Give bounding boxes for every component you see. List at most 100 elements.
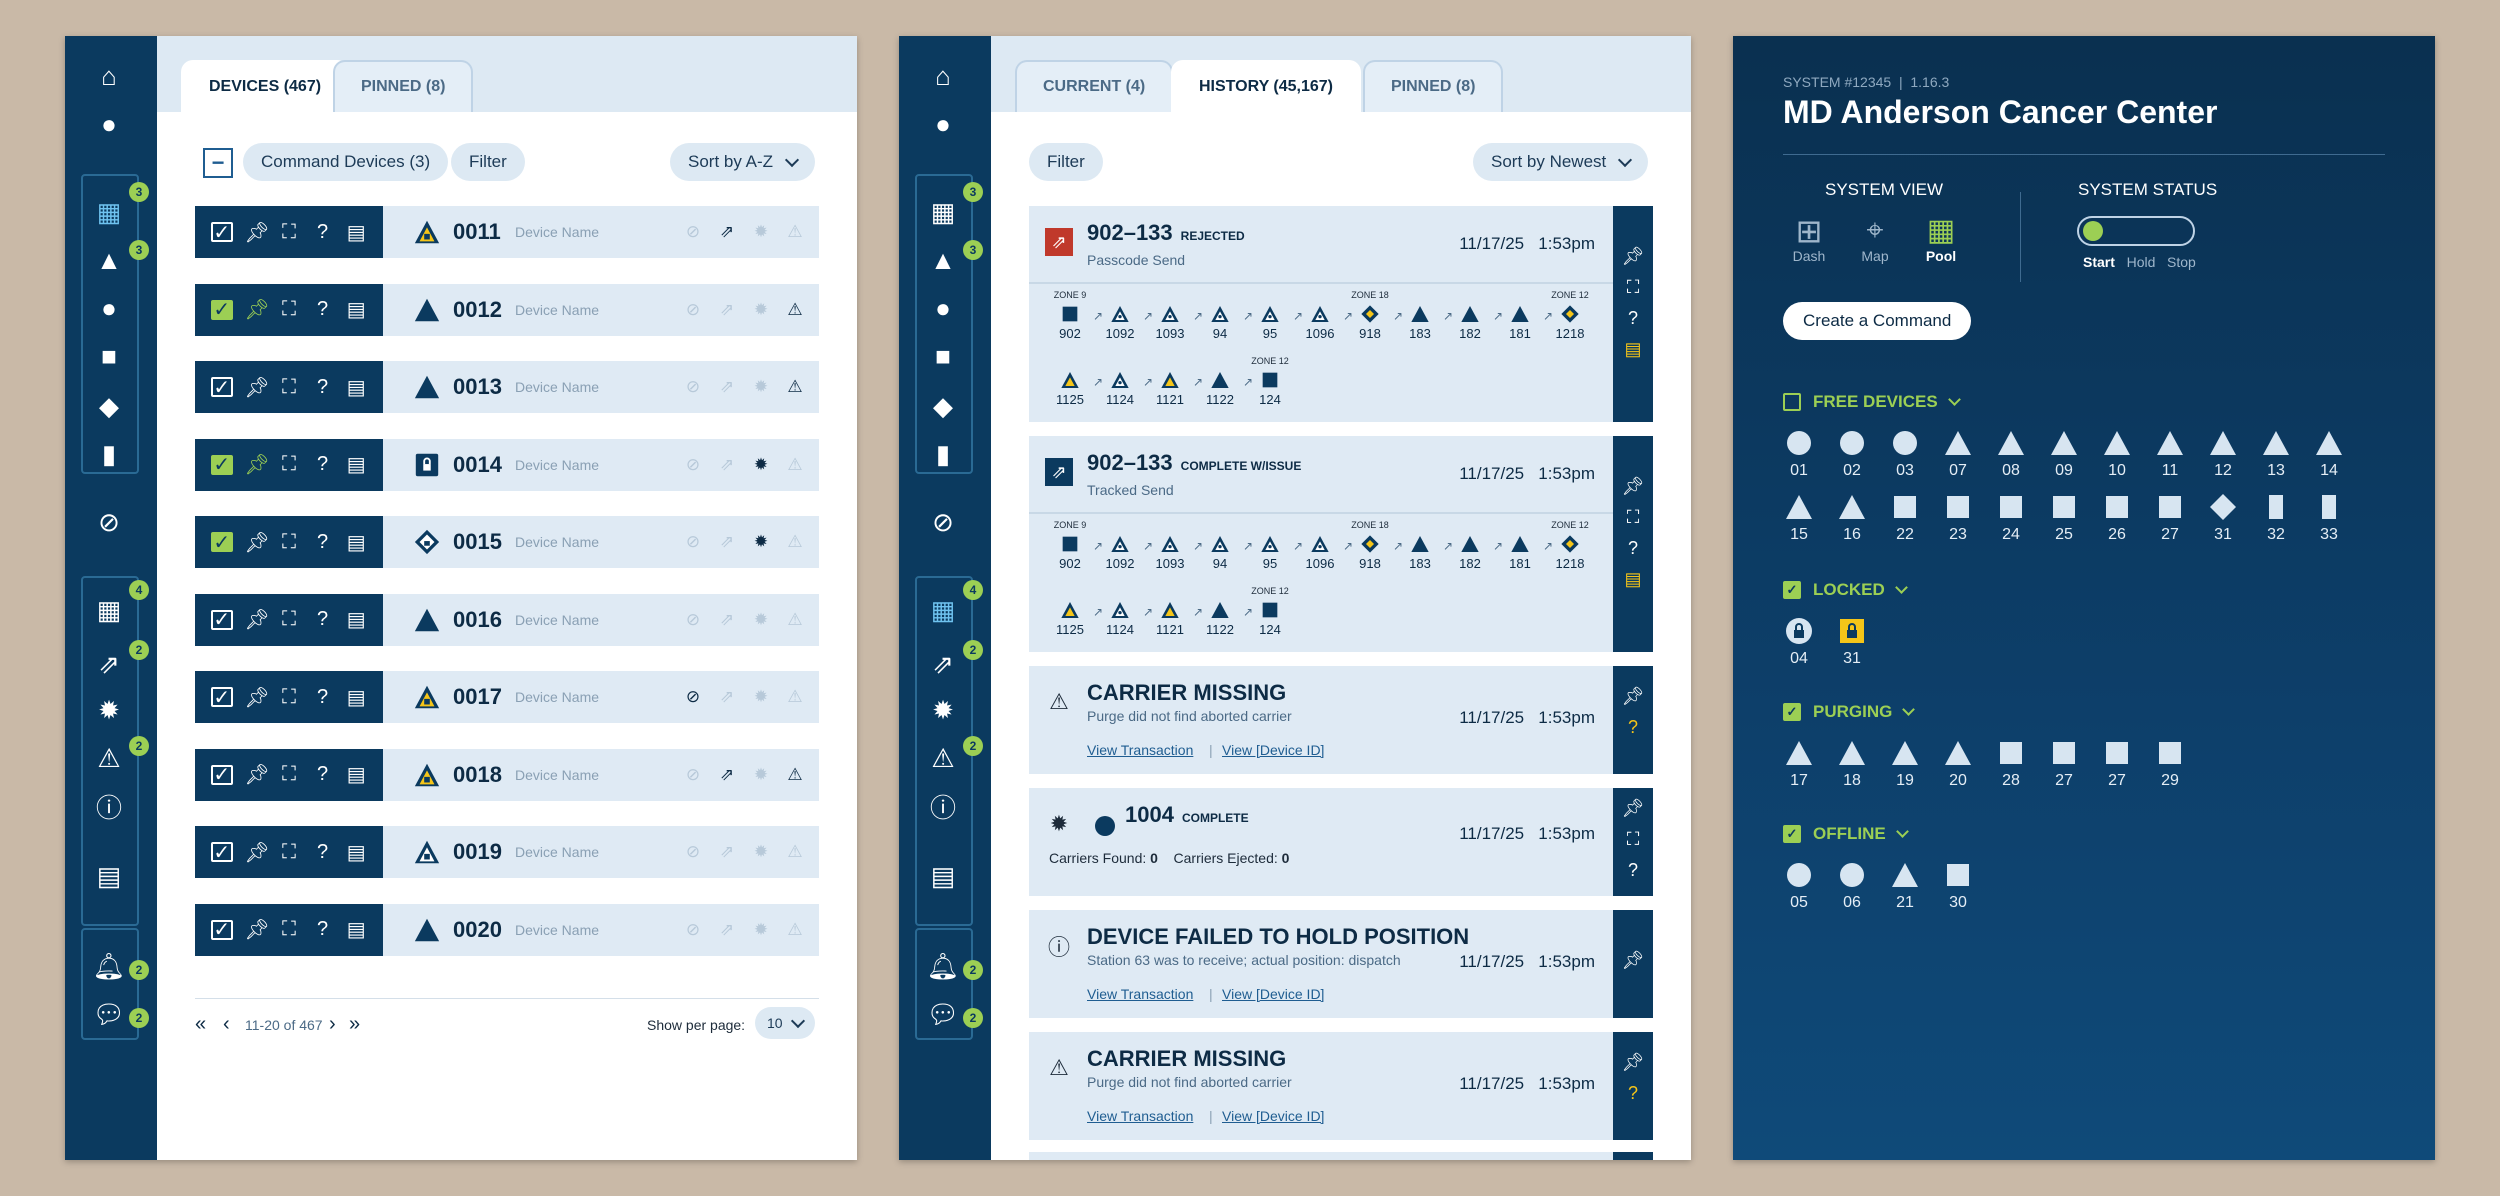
circle-icon[interactable]: ● xyxy=(923,288,963,328)
device-checkbox[interactable]: ✓ xyxy=(210,299,233,321)
create-command-button[interactable]: Create a Command xyxy=(1783,302,1972,340)
device-row[interactable]: ✓ 📌︎ ⛶? ▤ 0011 Device Name ⊘ ⇗ ✹ ⚠ xyxy=(195,206,819,258)
view-dash[interactable]: ⊞ Dash xyxy=(1789,214,1829,264)
free-devices-header[interactable]: FREE DEVICES xyxy=(1783,392,1961,412)
map-icon[interactable]: ⛶ xyxy=(278,531,300,554)
device-tile[interactable]: 11 xyxy=(2154,428,2186,480)
tab-devices[interactable]: DEVICES (467) xyxy=(181,60,350,112)
command-devices-button[interactable]: Command Devices (3) xyxy=(243,143,449,181)
device-checkbox[interactable]: ✓ xyxy=(210,609,233,631)
warning-icon[interactable]: ⚠ xyxy=(89,738,129,778)
device-checkbox[interactable]: ✓ xyxy=(210,377,233,399)
device-tile[interactable]: 03 xyxy=(1889,428,1921,480)
pin-icon[interactable]: 📌︎ xyxy=(244,530,269,555)
free-checkbox[interactable] xyxy=(1783,393,1801,411)
bell-icon[interactable]: 🔔︎ xyxy=(923,946,963,986)
chat-icon[interactable]: 💬︎ xyxy=(923,994,963,1034)
device-tile[interactable]: 02 xyxy=(1836,428,1868,480)
view-transaction-link[interactable]: View Transaction xyxy=(1087,1108,1193,1124)
help-icon[interactable]: ? xyxy=(312,918,334,941)
pin-icon[interactable]: 📌︎ xyxy=(1622,950,1645,971)
chat-icon[interactable]: 💬︎ xyxy=(89,994,129,1034)
receipt-icon[interactable]: ▤ xyxy=(345,530,367,555)
device-row[interactable]: ✓ 📌︎ ⛶? ▤ 0013 Device Name ⊘ ⇗ ✹ ⚠ xyxy=(195,361,819,413)
device-tile[interactable]: 20 xyxy=(1942,738,1974,790)
device-row[interactable]: ✓ 📌︎ ⛶? ▤ 0018 Device Name ⊘ ⇗ ✹ ⚠ xyxy=(195,748,819,801)
grid-icon[interactable]: ▦ xyxy=(923,192,963,232)
device-tile[interactable]: 04 xyxy=(1783,616,1815,668)
pin-icon[interactable]: 📌︎ xyxy=(244,685,269,710)
pin-icon[interactable]: 📌︎ xyxy=(244,762,269,787)
grid-icon[interactable]: ▦ xyxy=(89,590,129,630)
user-icon[interactable]: ● xyxy=(89,104,129,144)
locked-checkbox[interactable]: ✓ xyxy=(1783,581,1801,599)
user-icon[interactable]: ● xyxy=(923,104,963,144)
pin-icon[interactable]: 📌︎ xyxy=(244,917,269,942)
view-transaction-link[interactable]: View Transaction xyxy=(1087,742,1193,758)
device-checkbox[interactable]: ✓ xyxy=(210,919,233,941)
device-tile[interactable]: 01 xyxy=(1783,428,1815,480)
receipt-icon[interactable]: ▤ xyxy=(1624,569,1641,590)
history-card[interactable]: ⚠ CARRIER MISSING Purge did not find abo… xyxy=(1029,666,1653,774)
first-page-icon[interactable]: « xyxy=(195,1013,206,1036)
device-tile[interactable]: 32 xyxy=(2260,492,2292,544)
purging-checkbox[interactable]: ✓ xyxy=(1783,703,1801,721)
help-icon[interactable]: ? xyxy=(312,686,334,709)
device-tile[interactable]: 18 xyxy=(1836,738,1868,790)
device-row[interactable]: ✓ 📌︎ ⛶? ▤ 0016 Device Name ⊘ ⇗ ✹ ⚠ xyxy=(195,593,819,646)
home-icon[interactable]: ⌂ xyxy=(923,56,963,96)
device-tile[interactable]: 29 xyxy=(2154,738,2186,790)
receipt-icon[interactable]: ▤ xyxy=(345,220,367,245)
help-icon[interactable]: ? xyxy=(312,221,334,244)
help-icon[interactable]: ? xyxy=(1628,860,1638,881)
map-icon[interactable]: ⛶ xyxy=(278,298,300,321)
view-device-link[interactable]: View [Device ID] xyxy=(1222,1108,1324,1124)
triangle-icon[interactable]: ▲ xyxy=(89,240,129,280)
device-tile[interactable]: 16 xyxy=(1836,492,1868,544)
ban-icon[interactable]: ⊘ xyxy=(923,502,963,542)
next-page-icon[interactable]: › xyxy=(329,1013,336,1036)
pin-icon[interactable]: 📌︎ xyxy=(244,452,269,477)
device-tile[interactable]: 22 xyxy=(1889,492,1921,544)
history-card[interactable]: ⇗ 902–133 REJECTED Passcode Send 11/17/25… xyxy=(1029,206,1653,422)
view-device-link[interactable]: View [Device ID] xyxy=(1222,986,1324,1002)
device-tile[interactable]: 25 xyxy=(2048,492,2080,544)
per-page-select[interactable]: 10 xyxy=(755,1007,815,1039)
diamond-icon[interactable]: ◆ xyxy=(89,386,129,426)
map-icon[interactable]: ⛶ xyxy=(278,608,300,631)
sort-dropdown[interactable]: Sort by Newest xyxy=(1473,143,1649,181)
help-icon[interactable]: ? xyxy=(312,608,334,631)
select-all-checkbox[interactable]: − xyxy=(203,148,233,178)
device-tile[interactable]: 31 xyxy=(2207,492,2239,544)
last-page-icon[interactable]: » xyxy=(349,1013,360,1036)
filter-button[interactable]: Filter xyxy=(1029,143,1103,181)
map-icon[interactable]: ⛶ xyxy=(1627,507,1640,528)
map-icon[interactable]: ⛶ xyxy=(278,376,300,399)
receipt-icon[interactable]: ▤ xyxy=(345,452,367,477)
receipt-icon[interactable]: ▤ xyxy=(345,685,367,710)
pin-icon[interactable]: 📌︎ xyxy=(244,375,269,400)
device-row[interactable]: ✓ 📌︎ ⛶? ▤ 0012 Device Name ⊘ ⇗ ✹ ⚠ xyxy=(195,283,819,336)
calendar-icon[interactable]: ▤ xyxy=(89,856,129,896)
pin-icon[interactable]: 📌︎ xyxy=(244,220,269,245)
burst-icon[interactable]: ✹ xyxy=(923,690,963,730)
map-icon[interactable]: ⛶ xyxy=(278,841,300,864)
help-icon[interactable]: ? xyxy=(1628,308,1638,329)
status-start[interactable]: Start xyxy=(2083,254,2115,270)
pin-icon[interactable]: 📌︎ xyxy=(1622,686,1645,707)
device-row[interactable]: ✓ 📌︎ ⛶? ▤ 0014 Device Name ⊘ ⇗ ✹ ⚠ xyxy=(195,438,819,491)
rectangle-icon[interactable]: ▮ xyxy=(89,434,129,474)
square-icon[interactable]: ■ xyxy=(923,336,963,376)
warning-icon[interactable]: ⚠ xyxy=(923,738,963,778)
map-icon[interactable]: ⛶ xyxy=(278,763,300,786)
help-icon[interactable]: ? xyxy=(312,298,334,321)
device-tile[interactable]: 05 xyxy=(1783,860,1815,912)
device-tile[interactable]: 08 xyxy=(1995,428,2027,480)
device-tile[interactable]: 06 xyxy=(1836,860,1868,912)
receipt-icon[interactable]: ▤ xyxy=(345,762,367,787)
view-device-link[interactable]: View [Device ID] xyxy=(1222,742,1324,758)
help-yellow-icon[interactable]: ? xyxy=(1628,1083,1638,1104)
pin-icon[interactable]: 📌︎ xyxy=(1622,1052,1645,1073)
help-icon[interactable]: ? xyxy=(312,531,334,554)
device-tile[interactable]: 12 xyxy=(2207,428,2239,480)
